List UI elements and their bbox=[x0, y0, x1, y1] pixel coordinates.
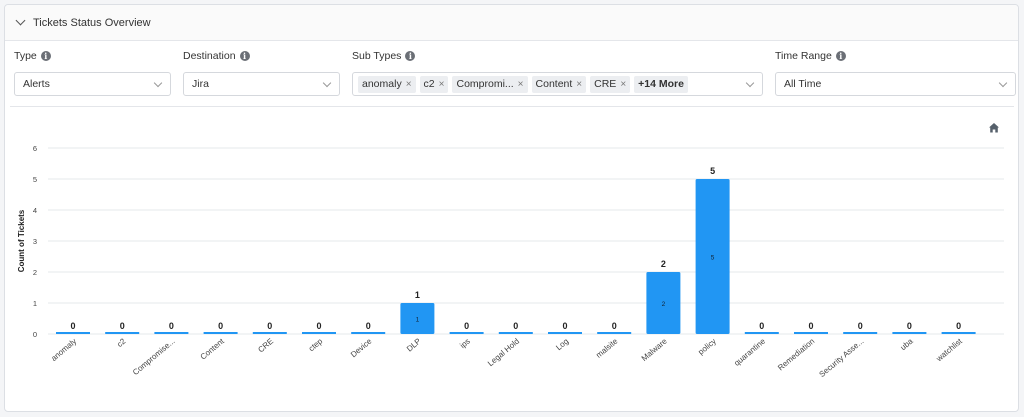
x-tick-label: Malware bbox=[640, 336, 669, 363]
y-tick-label: 4 bbox=[33, 206, 37, 215]
bar bbox=[941, 332, 976, 334]
data-label: 0 bbox=[169, 321, 174, 331]
y-axis-label: Count of Tickets bbox=[17, 209, 26, 272]
data-label: 0 bbox=[316, 321, 321, 331]
bar bbox=[252, 332, 287, 334]
bar bbox=[302, 332, 336, 334]
y-tick-label: 1 bbox=[33, 299, 37, 308]
bar bbox=[154, 332, 189, 334]
bar bbox=[351, 332, 386, 334]
x-tick-label: policy bbox=[696, 337, 717, 357]
bar bbox=[498, 332, 533, 334]
data-label: 0 bbox=[513, 321, 518, 331]
bar bbox=[56, 332, 90, 334]
x-tick-label: CRE bbox=[256, 337, 275, 355]
bar bbox=[794, 332, 828, 334]
bar-inner-label: 2 bbox=[662, 301, 666, 308]
data-label: 0 bbox=[120, 321, 125, 331]
x-tick-label: ctep bbox=[307, 336, 325, 353]
x-tick-label: Remediation bbox=[776, 337, 816, 373]
data-label: 0 bbox=[70, 321, 75, 331]
x-tick-label: anomaly bbox=[49, 337, 78, 363]
x-tick-label: watchlist bbox=[934, 336, 965, 364]
data-label: 2 bbox=[661, 259, 666, 269]
bar bbox=[744, 332, 779, 334]
x-tick-label: uba bbox=[899, 336, 915, 352]
bar bbox=[548, 332, 582, 334]
data-label: 0 bbox=[808, 321, 813, 331]
data-label: 0 bbox=[267, 321, 272, 331]
x-tick-label: DLP bbox=[405, 337, 423, 354]
y-tick-label: 6 bbox=[33, 144, 37, 153]
x-tick-label: Device bbox=[349, 336, 374, 359]
bar bbox=[597, 332, 632, 334]
y-tick-label: 3 bbox=[33, 237, 37, 246]
data-label: 0 bbox=[464, 321, 469, 331]
bar bbox=[203, 332, 238, 334]
data-label: 0 bbox=[366, 321, 371, 331]
x-tick-label: Content bbox=[199, 336, 227, 361]
bar-inner-label: 5 bbox=[711, 255, 715, 262]
x-tick-label: Compromise... bbox=[131, 337, 177, 377]
x-tick-label: Security Asse... bbox=[817, 337, 865, 379]
bar bbox=[449, 332, 484, 334]
data-label: 0 bbox=[562, 321, 567, 331]
x-tick-label: c2 bbox=[115, 336, 128, 349]
data-label: 0 bbox=[612, 321, 617, 331]
data-label: 0 bbox=[858, 321, 863, 331]
x-tick-label: Log bbox=[554, 337, 570, 352]
data-label: 0 bbox=[907, 321, 912, 331]
data-label: 0 bbox=[956, 321, 961, 331]
data-label: 5 bbox=[710, 166, 715, 176]
x-tick-label: ips bbox=[458, 337, 472, 350]
x-tick-label: quarantine bbox=[732, 336, 767, 368]
y-tick-label: 2 bbox=[33, 268, 37, 277]
x-tick-label: malsite bbox=[594, 336, 620, 360]
bar bbox=[892, 332, 927, 334]
data-label: 0 bbox=[218, 321, 223, 331]
tickets-bar-chart: 0 1 2 3 4 5 6 Count of Tickets 0 anomaly 0 c2 0 Compr… bbox=[17, 144, 1004, 379]
bar bbox=[843, 332, 878, 334]
y-tick-label: 0 bbox=[33, 330, 37, 339]
bar bbox=[105, 332, 140, 334]
data-label: 0 bbox=[759, 321, 764, 331]
x-tick-label: Legal Hold bbox=[486, 337, 521, 368]
data-label: 1 bbox=[415, 290, 420, 300]
y-tick-label: 5 bbox=[33, 175, 37, 184]
bar-inner-label: 1 bbox=[416, 317, 420, 324]
